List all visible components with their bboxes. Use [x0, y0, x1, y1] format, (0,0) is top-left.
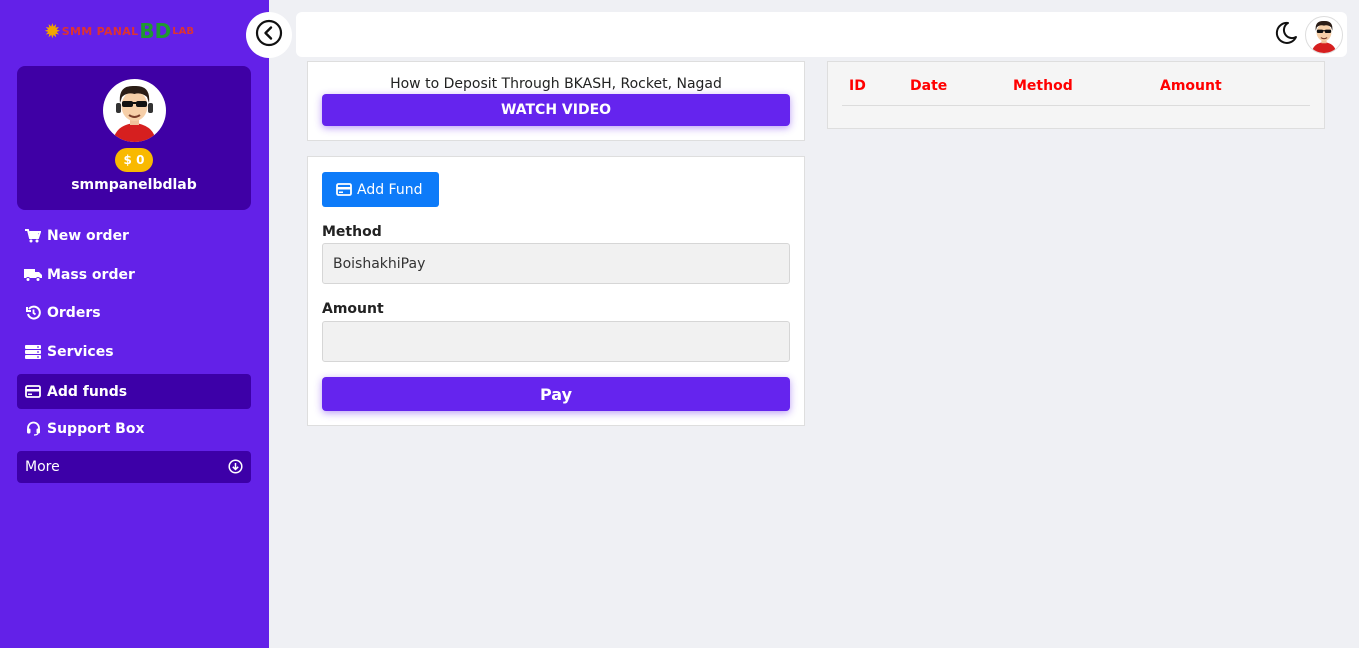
sidebar-item-support-box[interactable]: Support Box [17, 411, 251, 446]
logo-text-part3: LAB [172, 25, 194, 37]
method-selected-value: BoishakhiPay [333, 255, 426, 272]
sidebar-item-mass-order[interactable]: Mass order [17, 257, 251, 292]
pay-button[interactable]: Pay [322, 377, 790, 411]
arrow-circle-down-icon [228, 459, 243, 478]
deposit-video-card: How to Deposit Through BKASH, Rocket, Na… [307, 61, 805, 141]
table-header-divider [842, 105, 1310, 106]
sidebar-item-add-funds[interactable]: Add funds [17, 374, 251, 409]
username: smmpanelbdlab [71, 177, 197, 193]
sidebar-item-services[interactable]: Services [17, 334, 251, 369]
sidebar-item-label: Mass order [47, 266, 135, 283]
method-label: Method [322, 224, 382, 240]
avatar-illustration-icon [1311, 20, 1337, 53]
sidebar-item-label: Add funds [47, 383, 128, 400]
sidebar-item-new-order[interactable]: New order [17, 218, 251, 253]
user-avatar-menu[interactable] [1305, 16, 1343, 54]
cart-icon [24, 228, 42, 244]
server-icon [24, 344, 42, 360]
credit-card-icon [24, 384, 42, 400]
profile-card: $ 0 smmpanelbdlab [17, 66, 251, 210]
column-header-id: ID [849, 78, 866, 94]
moon-icon [1274, 21, 1298, 49]
gear-logo-icon: ✹ [44, 19, 61, 43]
sidebar-more-toggle[interactable]: More [17, 451, 251, 483]
amount-label: Amount [322, 301, 384, 317]
sidebar-collapse-button[interactable] [246, 12, 292, 58]
method-select[interactable]: BoishakhiPay [322, 243, 790, 284]
headset-icon [24, 421, 42, 437]
sidebar-item-orders[interactable]: Orders [17, 295, 251, 330]
deposit-video-title: How to Deposit Through BKASH, Rocket, Na… [390, 76, 722, 92]
balance-badge: $ 0 [115, 148, 153, 172]
avatar-illustration-icon [113, 85, 156, 142]
column-header-amount: Amount [1160, 78, 1222, 94]
history-icon [24, 305, 42, 321]
add-fund-tab-button[interactable]: Add Fund [322, 172, 439, 207]
sidebar-item-label: Support Box [47, 420, 145, 437]
dark-mode-toggle[interactable] [1274, 21, 1298, 49]
column-header-date: Date [910, 78, 948, 94]
add-fund-form-card: Add Fund Method BoishakhiPay Amount Pay [307, 156, 805, 426]
add-fund-label: Add Fund [357, 181, 423, 198]
more-label: More [25, 459, 60, 475]
watch-video-button[interactable]: WATCH VIDEO [322, 94, 790, 126]
sidebar-item-label: Services [47, 343, 114, 360]
column-header-method: Method [1013, 78, 1073, 94]
chevron-left-circle-icon [255, 19, 283, 51]
top-navbar [296, 12, 1347, 57]
truck-icon [24, 267, 42, 283]
transaction-history-table: ID Date Method Amount [827, 61, 1325, 129]
logo-text-part2: BD [139, 19, 172, 43]
logo-text-part1: SMM PANAL [61, 24, 139, 38]
sidebar-item-label: New order [47, 227, 129, 244]
brand-logo[interactable]: ✹ SMM PANAL BD LAB [44, 16, 194, 46]
amount-input[interactable] [322, 321, 790, 362]
avatar[interactable] [103, 79, 166, 142]
credit-card-icon [336, 183, 352, 196]
sidebar-item-label: Orders [47, 304, 101, 321]
sidebar: ✹ SMM PANAL BD LAB $ 0 smmpanelbdlab New… [0, 0, 269, 648]
